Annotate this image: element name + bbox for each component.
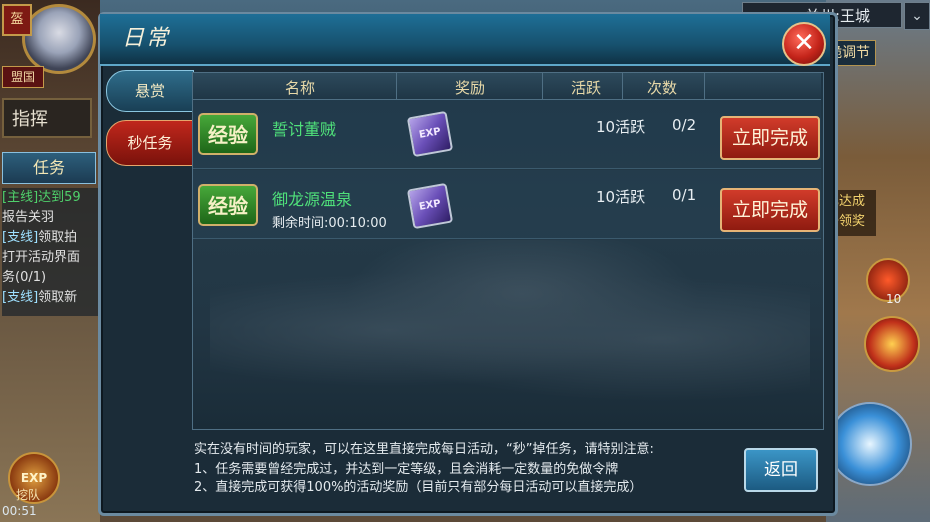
column-header-name: 名称 (284, 79, 315, 97)
column-header-count: 次数 (646, 79, 677, 97)
exp-caption: 挖队 (16, 488, 41, 502)
instruction-text: 实在没有时间的玩家，可以在这里直接完成每日活动，“秒”掉任务，请特别注意: (194, 442, 654, 457)
column-header-active: 活跃 (570, 79, 601, 97)
guild-tag: 盟国 (2, 66, 44, 88)
task-tab[interactable]: 任务 (2, 152, 96, 184)
rank-badge: 盔 (2, 4, 32, 36)
skill-flame-icon[interactable] (864, 316, 920, 372)
task-name: 誓讨董贼 (272, 120, 337, 139)
dialog-title: 日常 (122, 26, 171, 51)
complete-now-button[interactable]: 立即完成 (720, 116, 820, 160)
quest-line: [支线]领取拍 (2, 230, 78, 245)
active-points: 10活跃 (596, 188, 646, 206)
quest-line: 打开活动界面 (2, 250, 81, 265)
tab-bounty[interactable]: 悬赏 (106, 70, 194, 112)
column-divider (704, 73, 705, 99)
task-name: 御龙源温泉 (272, 190, 353, 209)
player-avatar[interactable] (22, 4, 96, 74)
instruction-text: 2、直接完成可获得100%的活动奖励（目前只有部分每日活动可以直接完成） (194, 480, 643, 495)
column-divider (396, 73, 397, 99)
column-divider (542, 73, 543, 99)
completion-count: 0/1 (672, 186, 697, 204)
skill-attack-icon[interactable] (828, 402, 912, 486)
exp-scroll-icon[interactable]: EXP (406, 110, 454, 158)
command-button[interactable]: 指挥 (2, 98, 92, 138)
dialog-header (100, 14, 830, 66)
close-icon[interactable]: ✕ (782, 22, 826, 66)
quest-tracker[interactable]: [主线]达到59 报告关羽 [支线]领取拍 打开活动界面 务(0/1) [支线]… (2, 188, 98, 316)
quest-line: 报告关羽 (2, 210, 55, 225)
quest-line: 务(0/1) (2, 270, 47, 285)
exp-scroll-icon[interactable]: EXP (406, 182, 454, 230)
completion-count: 0/2 (672, 116, 697, 134)
quest-line: [主线]达到59 (2, 190, 81, 205)
column-header-reward: 奖励 (454, 79, 485, 97)
instruction-text: 1、任务需要曾经完成过，并达到一定等级，且会消耗一定数量的免做令牌 (194, 462, 619, 477)
quest-line: [支线]领取新 (2, 290, 78, 305)
remaining-time: 剩余时间:00:10:00 (272, 216, 387, 231)
exp-badge: 经验 (198, 113, 258, 155)
back-button[interactable]: 返回 (744, 448, 818, 492)
complete-now-button[interactable]: 立即完成 (720, 188, 820, 232)
chevron-down-icon[interactable]: ⌄ (904, 2, 930, 30)
exp-badge: 经验 (198, 184, 258, 226)
column-divider (622, 73, 623, 99)
skill-count: 10 (886, 292, 902, 306)
active-points: 10活跃 (596, 118, 646, 136)
tab-instant-task[interactable]: 秒任务 (106, 120, 194, 166)
clock-readout: 00:51 (2, 504, 37, 518)
background-artwork (210, 240, 810, 420)
